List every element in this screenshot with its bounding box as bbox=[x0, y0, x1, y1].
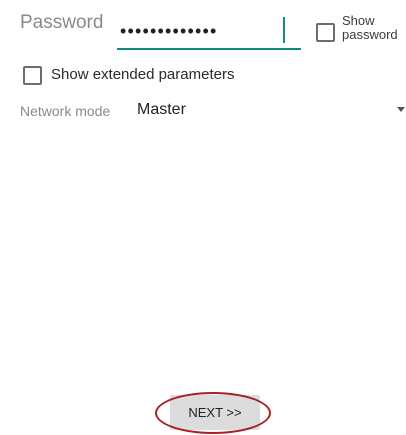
network-mode-label: Network mode bbox=[20, 103, 111, 119]
show-extended-parameters-checkbox[interactable] bbox=[23, 66, 42, 85]
text-cursor bbox=[283, 17, 285, 43]
show-password-checkbox[interactable] bbox=[316, 23, 335, 42]
dropdown-arrow-icon[interactable] bbox=[397, 107, 405, 112]
password-label: Password bbox=[20, 12, 104, 33]
show-extended-parameters-label[interactable]: Show extended parameters bbox=[51, 66, 234, 83]
show-password-label[interactable]: Show password bbox=[342, 14, 406, 42]
network-mode-select[interactable]: Master bbox=[137, 101, 186, 119]
next-button[interactable]: NEXT >> bbox=[170, 395, 260, 430]
password-field[interactable]: ••••••••••••• bbox=[117, 12, 301, 50]
password-masked-value: ••••••••••••• bbox=[120, 21, 218, 41]
